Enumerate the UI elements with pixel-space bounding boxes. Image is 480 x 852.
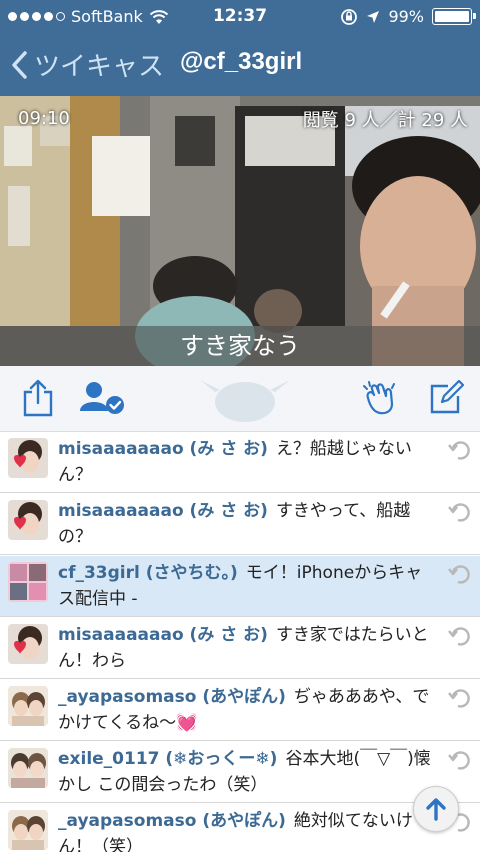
page-title: @cf_33girl — [180, 48, 303, 75]
viewer-count: 閲覧 9 人／計 29 人 — [302, 110, 468, 131]
comment-row[interactable]: _ayapasomaso (あやぽん) ぢゃあああや、でかけてくるね〜💓 — [0, 680, 480, 741]
avatar[interactable] — [8, 438, 48, 478]
reply-icon[interactable] — [448, 562, 472, 586]
reply-icon[interactable] — [448, 624, 472, 648]
comment-row[interactable]: misaaaaaaao (み さ お) え？船越じゃないん？ — [0, 432, 480, 493]
avatar[interactable] — [8, 500, 48, 540]
comment-row[interactable]: misaaaaaaao (み さ お) すきやって、船越の？ — [0, 494, 480, 555]
app-header: SoftBank 12:37 99% ツイキャス @cf_33girl — [0, 0, 480, 96]
follow-check-icon — [80, 382, 124, 414]
comment-row[interactable]: _ayapasomaso (あやぽん) 絶対似てないけん！（笑） — [0, 804, 480, 852]
avatar[interactable] — [8, 686, 48, 726]
compose-comment-button[interactable] — [424, 376, 468, 420]
avatar[interactable] — [8, 748, 48, 788]
comment-username[interactable]: misaaaaaaao (み さ お) — [58, 439, 268, 459]
back-button-label: ツイキャス — [34, 52, 165, 82]
comment-username[interactable]: misaaaaaaao (み さ お) — [58, 625, 268, 645]
comment-list[interactable]: misaaaaaaao (み さ お) え？船越じゃないん？ misaaaaaaa… — [0, 432, 480, 852]
reply-icon[interactable] — [448, 438, 472, 462]
arrow-up-icon — [426, 798, 446, 821]
back-button[interactable]: ツイキャス — [10, 46, 164, 83]
share-button[interactable] — [16, 376, 60, 420]
comment-row[interactable]: exile_0117 (❄おっくー❄) 谷本大地(￣▽￣)懐かし この間会ったわ（… — [0, 742, 480, 803]
rotation-lock-icon — [341, 8, 358, 25]
clap-icon — [363, 381, 395, 415]
battery-icon — [432, 8, 476, 25]
comment-username[interactable]: cf_33girl (さやちむ。) — [58, 563, 238, 583]
live-video-player[interactable]: 09:10 閲覧 9 人／計 29 人 すき家なう — [0, 96, 480, 366]
reply-icon[interactable] — [448, 748, 472, 772]
reply-icon[interactable] — [448, 686, 472, 710]
scroll-to-top-button[interactable] — [413, 786, 459, 832]
comment-row-broadcaster[interactable]: cf_33girl (さやちむ。) モイ！iPhoneからキャス配信中 - — [0, 556, 480, 617]
comment-row[interactable]: misaaaaaaao (み さ お) すき家ではたらいとん！わら — [0, 618, 480, 679]
comment-username[interactable]: _ayapasomaso (あやぽん) — [58, 687, 286, 707]
status-bar: SoftBank 12:37 99% — [0, 0, 480, 34]
battery-percent: 99% — [388, 7, 424, 26]
clap-button[interactable] — [358, 376, 402, 420]
comment-username[interactable]: _ayapasomaso (あやぽん) — [58, 811, 286, 831]
stream-caption: すき家なう — [0, 326, 480, 366]
avatar[interactable] — [8, 810, 48, 850]
compose-icon — [430, 380, 464, 414]
navigation-bar: ツイキャス @cf_33girl — [0, 34, 480, 96]
share-icon — [23, 379, 53, 417]
chevron-left-icon — [12, 50, 27, 79]
comment-username[interactable]: exile_0117 (❄おっくー❄) — [58, 749, 277, 769]
action-toolbar — [0, 366, 480, 432]
reply-icon[interactable] — [448, 500, 472, 524]
stream-elapsed-time: 09:10 — [18, 108, 70, 129]
avatar[interactable] — [8, 562, 48, 602]
bird-watermark-icon — [200, 380, 290, 422]
location-icon — [367, 10, 380, 23]
avatar[interactable] — [8, 624, 48, 664]
follow-button[interactable] — [78, 376, 128, 420]
comment-username[interactable]: misaaaaaaao (み さ お) — [58, 501, 268, 521]
